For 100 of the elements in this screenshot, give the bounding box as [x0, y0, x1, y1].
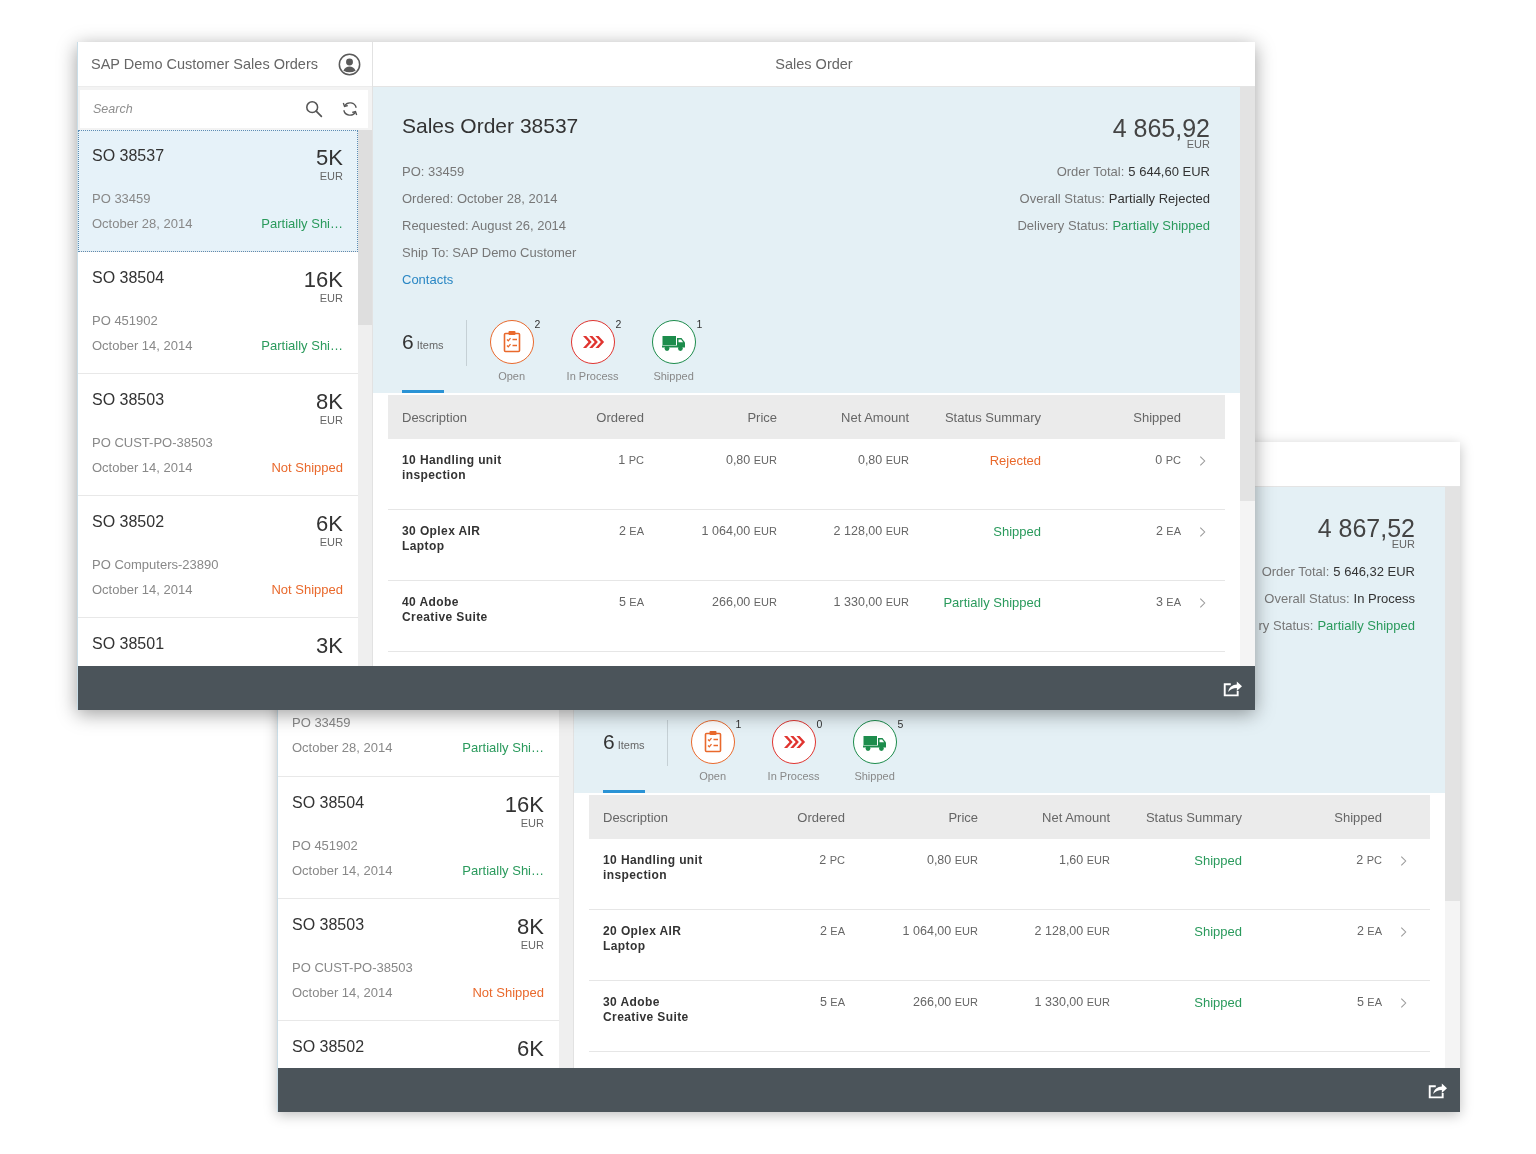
attribute-text: PO: 33459	[402, 163, 465, 181]
column-header: Ordered	[796, 809, 845, 825]
amount: 8K	[517, 915, 544, 939]
attribute-text: Ordered: October 28, 2014	[402, 190, 558, 208]
field-value: Partially Shipped	[1317, 617, 1415, 635]
table-cell-text: Shipped	[1193, 853, 1242, 868]
list-item[interactable]: SO 38502 6K EUR PO Computers-23890 October 14, 2014 Not Shipped	[78, 496, 358, 618]
table-cell-text: 0,80 EUR	[925, 853, 978, 868]
order-number: SO 38503	[92, 390, 165, 410]
table-cell-text: 2 128,00 EUR	[832, 524, 909, 539]
delivery-status: Partially Shi…	[261, 215, 343, 233]
table-cell-text: 10 Handling unit inspection	[402, 453, 503, 483]
filter-tab[interactable]: 2 In Process	[560, 312, 625, 393]
column-header: Shipped	[1132, 409, 1181, 425]
list-title: SAP Demo Customer Sales Orders	[91, 56, 318, 72]
delivery-status: Partially Shi…	[462, 862, 544, 880]
currency: EUR	[319, 292, 343, 305]
table-cell-text: 0 PC	[1154, 453, 1181, 468]
table-cell-text: 2 EA	[1355, 924, 1382, 939]
refresh-icon[interactable]	[341, 100, 359, 118]
field-label: Overall Status:	[1019, 190, 1105, 208]
attribute-text: Ship To: SAP Demo Customer	[402, 244, 577, 262]
list-item[interactable]: SO 38503 8K EUR PO CUST-PO-38503 October 14, 2014 Not Shipped	[78, 374, 358, 496]
table-cell-text: 30 Adobe Creative Suite	[603, 995, 690, 1025]
po-number: PO Computers-23890	[92, 556, 219, 574]
chevron-right-icon	[1199, 526, 1206, 538]
order-date: October 14, 2014	[292, 862, 393, 880]
filter-tab[interactable]: 2 Open	[479, 312, 544, 393]
table-cell-text: Shipped	[1193, 995, 1242, 1010]
column-header: Description	[402, 409, 469, 425]
order-date: October 14, 2014	[92, 337, 193, 355]
chevron-right-icon	[1400, 997, 1407, 1009]
delivery-status: Not Shipped	[271, 459, 343, 477]
item-count: 1	[696, 318, 703, 330]
user-icon[interactable]	[338, 52, 361, 76]
amount: 6K	[517, 1037, 544, 1061]
table-cell-text: 1 064,00 EUR	[700, 524, 777, 539]
chevron-right-icon	[1199, 455, 1206, 467]
table-cell-text: 2 EA	[1154, 524, 1181, 539]
order-date: October 28, 2014	[292, 739, 393, 757]
table-cell-text: 40 Adobe Creative Suite	[402, 595, 489, 625]
table-cell-text: 2 EA	[617, 524, 644, 539]
order-number: SO 38502	[292, 1037, 365, 1057]
list-item[interactable]: SO 38504 16K EUR PO 451902 October 14, 2014 Partially Shi…	[78, 252, 358, 374]
amount: 6K	[316, 512, 343, 536]
filter-tab[interactable]: 1 Shipped	[641, 312, 706, 393]
search-input[interactable]: Search	[93, 99, 293, 119]
table-cell-text: 1 330,00 EUR	[1033, 995, 1110, 1010]
search-field[interactable]: Search	[80, 90, 368, 128]
field-value: 5 646,32 EUR	[1333, 563, 1415, 581]
column-header: Status Summary	[1144, 809, 1242, 825]
order-date: October 14, 2014	[92, 581, 193, 599]
currency: EUR	[520, 939, 544, 952]
table-cell-text: 20 Oplex AIR Laptop	[603, 924, 683, 954]
table-cell-text: 5 EA	[818, 995, 845, 1010]
order-number: SO 38503	[292, 915, 365, 935]
table-cell-text: 3 EA	[1154, 595, 1181, 610]
delivery-status: Not Shipped	[271, 581, 343, 599]
table-cell-text: 0,80 EUR	[856, 453, 909, 468]
order-number: SO 38537	[92, 146, 165, 166]
column-header: Price	[947, 809, 978, 825]
table-cell-text: 5 EA	[617, 595, 644, 610]
table-cell-text: 0,80 EUR	[724, 453, 777, 468]
table-cell-text: Shipped	[992, 524, 1041, 539]
delivery-status: Partially Shi…	[462, 739, 544, 757]
item-count: 1	[735, 718, 742, 730]
po-number: PO CUST-PO-38503	[292, 959, 413, 977]
po-number: PO 451902	[92, 312, 158, 330]
amount: 16K	[303, 268, 343, 292]
table-cell-text: 10 Handling unit inspection	[603, 853, 704, 883]
table-cell-text: 1 330,00 EUR	[832, 595, 909, 610]
po-number: PO CUST-PO-38503	[92, 434, 213, 452]
currency: EUR	[319, 536, 343, 549]
table-cell-text: 1,60 EUR	[1057, 853, 1110, 868]
table-cell-text: 30 Oplex AIR Laptop	[402, 524, 482, 554]
field-label: Overall Status:	[1264, 590, 1350, 608]
table-cell-text: 2 PC	[818, 853, 845, 868]
column-header: Net Amount	[1041, 809, 1110, 825]
field-value: 5 644,60 EUR	[1128, 163, 1210, 181]
item-count: 2	[615, 318, 622, 330]
table-cell-text: 266,00 EUR	[912, 995, 978, 1010]
order-date: October 14, 2014	[292, 984, 393, 1002]
po-number: PO 33459	[292, 714, 351, 732]
table-cell-text: 1 PC	[617, 453, 644, 468]
search-icon[interactable]	[305, 100, 323, 118]
order-number: SO 38501	[92, 634, 165, 654]
po-number: PO 33459	[92, 190, 151, 208]
item-count: 0	[816, 718, 823, 730]
contacts-link[interactable]: Contacts	[402, 266, 454, 293]
table-cell-text: 5 EA	[1355, 995, 1382, 1010]
table-cell-text: 2 PC	[1355, 853, 1382, 868]
column-header: Ordered	[595, 409, 644, 425]
list-item[interactable]: SO 38537 5K EUR PO 33459 October 28, 2014 Partially Shi…	[78, 130, 358, 252]
column-header: Description	[603, 809, 670, 825]
field-label: Order Total:	[1056, 163, 1125, 181]
scrollbar-thumb[interactable]	[358, 130, 372, 325]
chevron-right-icon	[1400, 926, 1407, 938]
scrollbar-thumb[interactable]	[1240, 87, 1255, 501]
currency: EUR	[319, 170, 343, 183]
object-title: Sales Order 38537	[402, 113, 579, 139]
